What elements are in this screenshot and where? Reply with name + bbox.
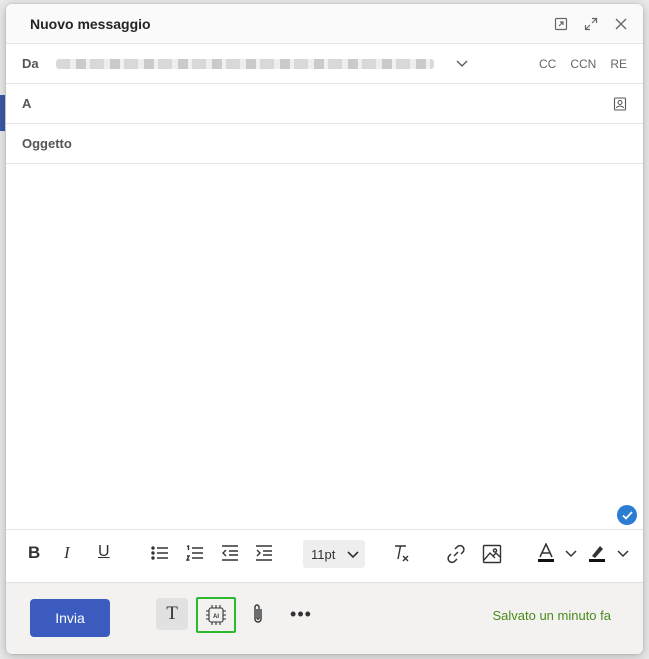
decrease-indent-icon[interactable] bbox=[221, 545, 239, 561]
bcc-button[interactable]: CCN bbox=[570, 57, 596, 71]
bold-button[interactable]: B bbox=[28, 543, 40, 563]
text-formatting-button[interactable]: T bbox=[156, 598, 188, 630]
from-row: Da CC CCN RE bbox=[6, 44, 643, 84]
underline-button[interactable]: U bbox=[98, 543, 110, 561]
clear-formatting-icon[interactable] bbox=[392, 544, 410, 562]
recipient-options: CC CCN RE bbox=[539, 57, 627, 71]
ai-chip-button[interactable]: AI bbox=[196, 597, 236, 633]
dialog-title: Nuovo messaggio bbox=[30, 15, 151, 32]
to-row: A bbox=[6, 84, 643, 124]
from-address-obscured[interactable] bbox=[56, 58, 434, 69]
background-page-accent bbox=[0, 95, 5, 131]
reply-to-button[interactable]: RE bbox=[610, 57, 627, 71]
font-color-icon[interactable] bbox=[537, 543, 555, 563]
highlight-icon[interactable] bbox=[588, 543, 606, 563]
checkmark-icon[interactable] bbox=[617, 505, 637, 525]
numbered-list-icon[interactable] bbox=[186, 545, 204, 561]
bulleted-list-icon[interactable] bbox=[151, 545, 169, 561]
chevron-down-icon bbox=[347, 547, 359, 562]
font-size-select[interactable]: 11pt bbox=[303, 540, 365, 568]
subject-row[interactable]: Oggetto bbox=[6, 124, 643, 164]
italic-button[interactable]: I bbox=[64, 543, 70, 563]
message-body[interactable] bbox=[6, 164, 643, 530]
expand-icon[interactable] bbox=[583, 16, 599, 32]
svg-text:AI: AI bbox=[213, 614, 219, 620]
chevron-down-icon[interactable] bbox=[617, 550, 629, 558]
ai-chip-icon: AI bbox=[206, 605, 226, 625]
compose-footer: Invia T AI ••• Salvato un minuto fa bbox=[6, 582, 643, 654]
to-input[interactable] bbox=[56, 96, 613, 111]
cc-button[interactable]: CC bbox=[539, 57, 556, 71]
close-icon[interactable] bbox=[613, 16, 629, 32]
font-size-value: 11pt bbox=[311, 546, 336, 562]
link-icon[interactable] bbox=[446, 544, 466, 564]
more-options-button[interactable]: ••• bbox=[286, 598, 316, 630]
chevron-down-icon[interactable] bbox=[456, 60, 468, 68]
insert-image-icon[interactable] bbox=[482, 544, 502, 564]
chevron-down-icon[interactable] bbox=[565, 550, 577, 558]
paperclip-icon[interactable] bbox=[246, 598, 270, 630]
formatting-toolbar: B I U 11pt bbox=[6, 530, 643, 578]
increase-indent-icon[interactable] bbox=[255, 545, 273, 561]
compose-dialog: Nuovo messaggio Da CC CCN RE A Oggetto B… bbox=[6, 4, 643, 654]
to-label: A bbox=[22, 96, 32, 111]
send-button[interactable]: Invia bbox=[30, 599, 110, 637]
saved-status: Salvato un minuto fa bbox=[492, 608, 611, 623]
address-book-icon[interactable] bbox=[613, 96, 627, 111]
from-label: Da bbox=[22, 56, 39, 71]
window-controls bbox=[553, 16, 629, 32]
popout-icon[interactable] bbox=[553, 16, 569, 32]
dialog-titlebar: Nuovo messaggio bbox=[6, 4, 643, 44]
subject-label: Oggetto bbox=[22, 136, 72, 151]
